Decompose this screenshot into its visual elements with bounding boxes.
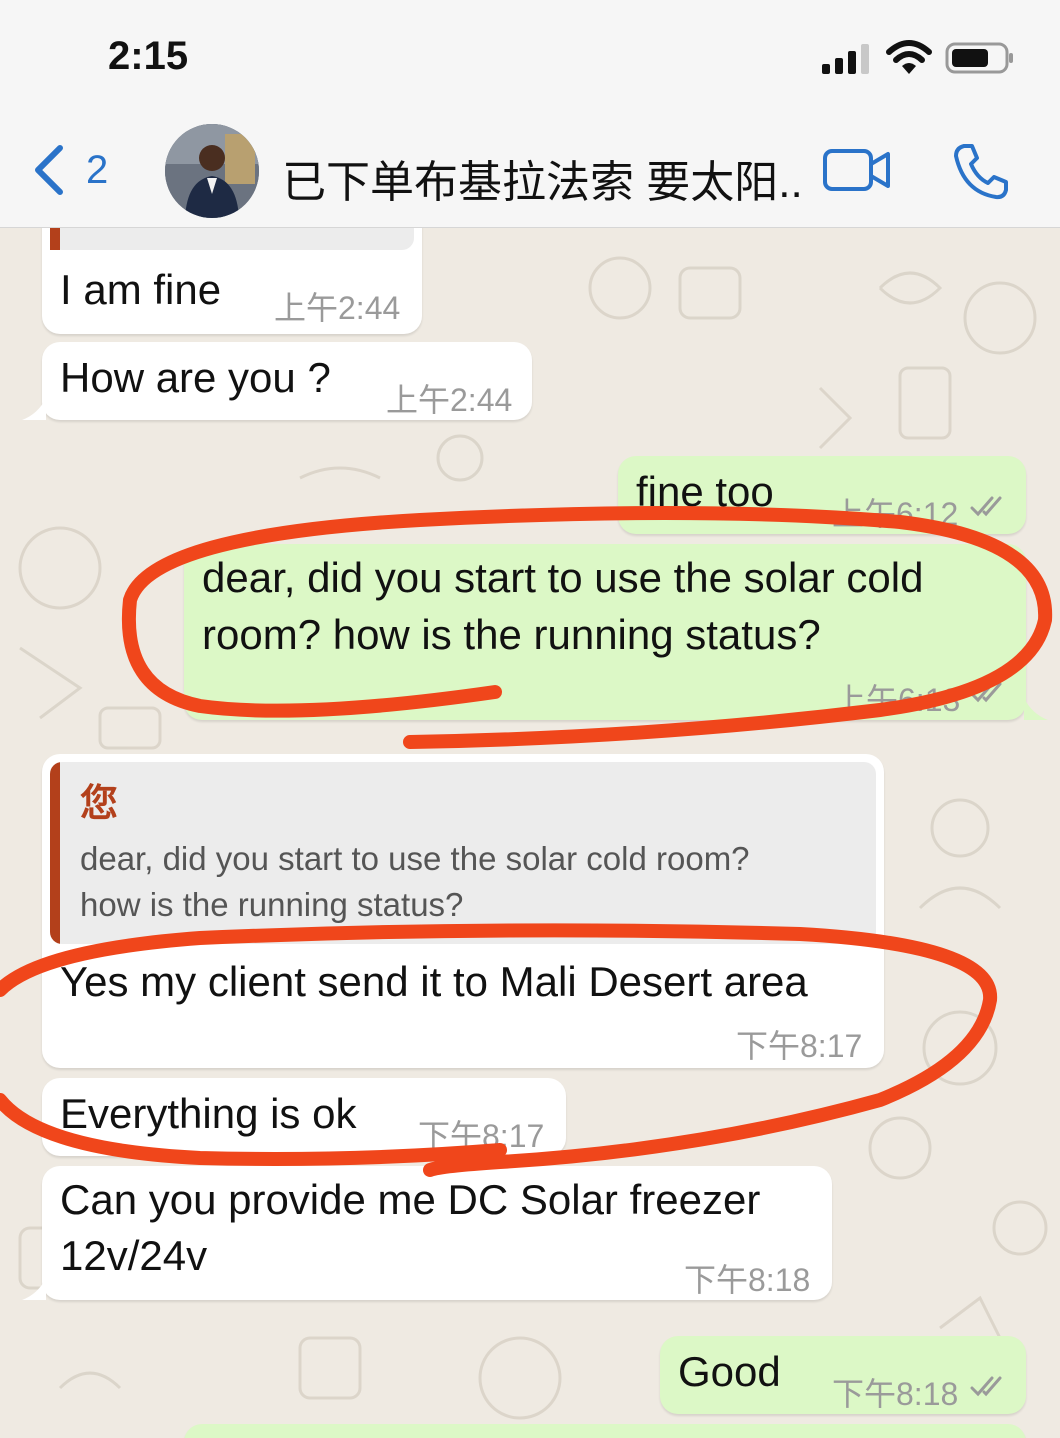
message-bubble-outgoing[interactable]: Good 下午8:18: [660, 1336, 1026, 1414]
cellular-signal-icon: [822, 44, 869, 74]
chevron-left-icon[interactable]: [30, 144, 66, 196]
wifi-icon: [886, 40, 932, 74]
message-time: 上午2:44: [274, 290, 401, 326]
video-camera-icon[interactable]: [822, 146, 892, 194]
bubble-tail: [22, 1278, 46, 1300]
message-time: 下午8:17: [736, 1028, 863, 1064]
chat-header: 2 已下单布基拉法索 要太阳...: [0, 110, 1060, 228]
status-bar: 2:15: [0, 0, 1060, 110]
quote-text-line2: how is the running status?: [80, 886, 464, 923]
message-time: 下午8:18: [684, 1262, 811, 1298]
message-bubble-incoming[interactable]: I am fine 上午2:44: [42, 228, 422, 334]
battery-icon: [945, 42, 1013, 74]
message-text-line2: room? how is the running status?: [202, 611, 821, 658]
status-time: 2:15: [108, 34, 189, 78]
message-text-line1: dear, did you start to use the solar col…: [202, 554, 924, 601]
phone-icon[interactable]: [952, 142, 1008, 200]
message-text-line1: Can you provide me DC Solar freezer: [60, 1176, 761, 1223]
message-time: 上午2:44: [386, 382, 513, 418]
avatar[interactable]: [165, 124, 259, 218]
double-check-icon: [970, 682, 1002, 703]
chat-area[interactable]: I am fine 上午2:44 How are you ? 上午2:44 fi…: [0, 228, 1060, 1438]
quote-text-line1: dear, did you start to use the solar col…: [80, 840, 750, 877]
message-bubble-outgoing-partial[interactable]: [184, 1424, 1026, 1438]
message-text: Everything is ok: [60, 1090, 357, 1137]
quote-block: [50, 228, 414, 250]
double-check-icon: [970, 1376, 1002, 1397]
contact-name[interactable]: 已下单布基拉法索 要太阳...: [282, 146, 802, 210]
quote-text: dear, did you start to use the solar col…: [80, 836, 840, 928]
quote-bar: [50, 228, 60, 250]
double-check-icon: [970, 496, 1002, 517]
unread-count[interactable]: 2: [86, 148, 108, 193]
bubble-tail: [1024, 698, 1048, 720]
message-bubble-incoming-reply[interactable]: 您 dear, did you start to use the solar c…: [42, 754, 884, 1068]
quote-author: 您: [80, 783, 119, 825]
message-time: 下午8:17: [418, 1118, 545, 1154]
message-time: 下午8:18: [832, 1376, 959, 1412]
message-text: fine too: [636, 468, 774, 515]
message-bubble-outgoing[interactable]: dear, did you start to use the solar col…: [184, 544, 1026, 720]
message-time: 上午6:12: [832, 496, 959, 532]
message-bubble-incoming[interactable]: Everything is ok 下午8:17: [42, 1078, 566, 1156]
message-bubble-incoming[interactable]: Can you provide me DC Solar freezer 12v/…: [42, 1166, 832, 1300]
message-text: I am fine: [60, 266, 222, 313]
message-text-line2: 12v/24v: [60, 1232, 208, 1279]
message-text: Good: [678, 1348, 781, 1395]
message-bubble-incoming[interactable]: How are you ? 上午2:44: [42, 342, 532, 420]
message-time: 上午6:13: [834, 682, 961, 718]
avatar-photo: [165, 124, 259, 218]
quote-block[interactable]: 您 dear, did you start to use the solar c…: [50, 762, 876, 944]
message-bubble-outgoing[interactable]: fine too 上午6:12: [618, 456, 1026, 534]
bubble-tail: [22, 398, 46, 420]
message-text: Yes my client send it to Mali Desert are…: [60, 958, 808, 1005]
quote-bar: [50, 762, 60, 944]
message-text: How are you ?: [60, 354, 331, 401]
